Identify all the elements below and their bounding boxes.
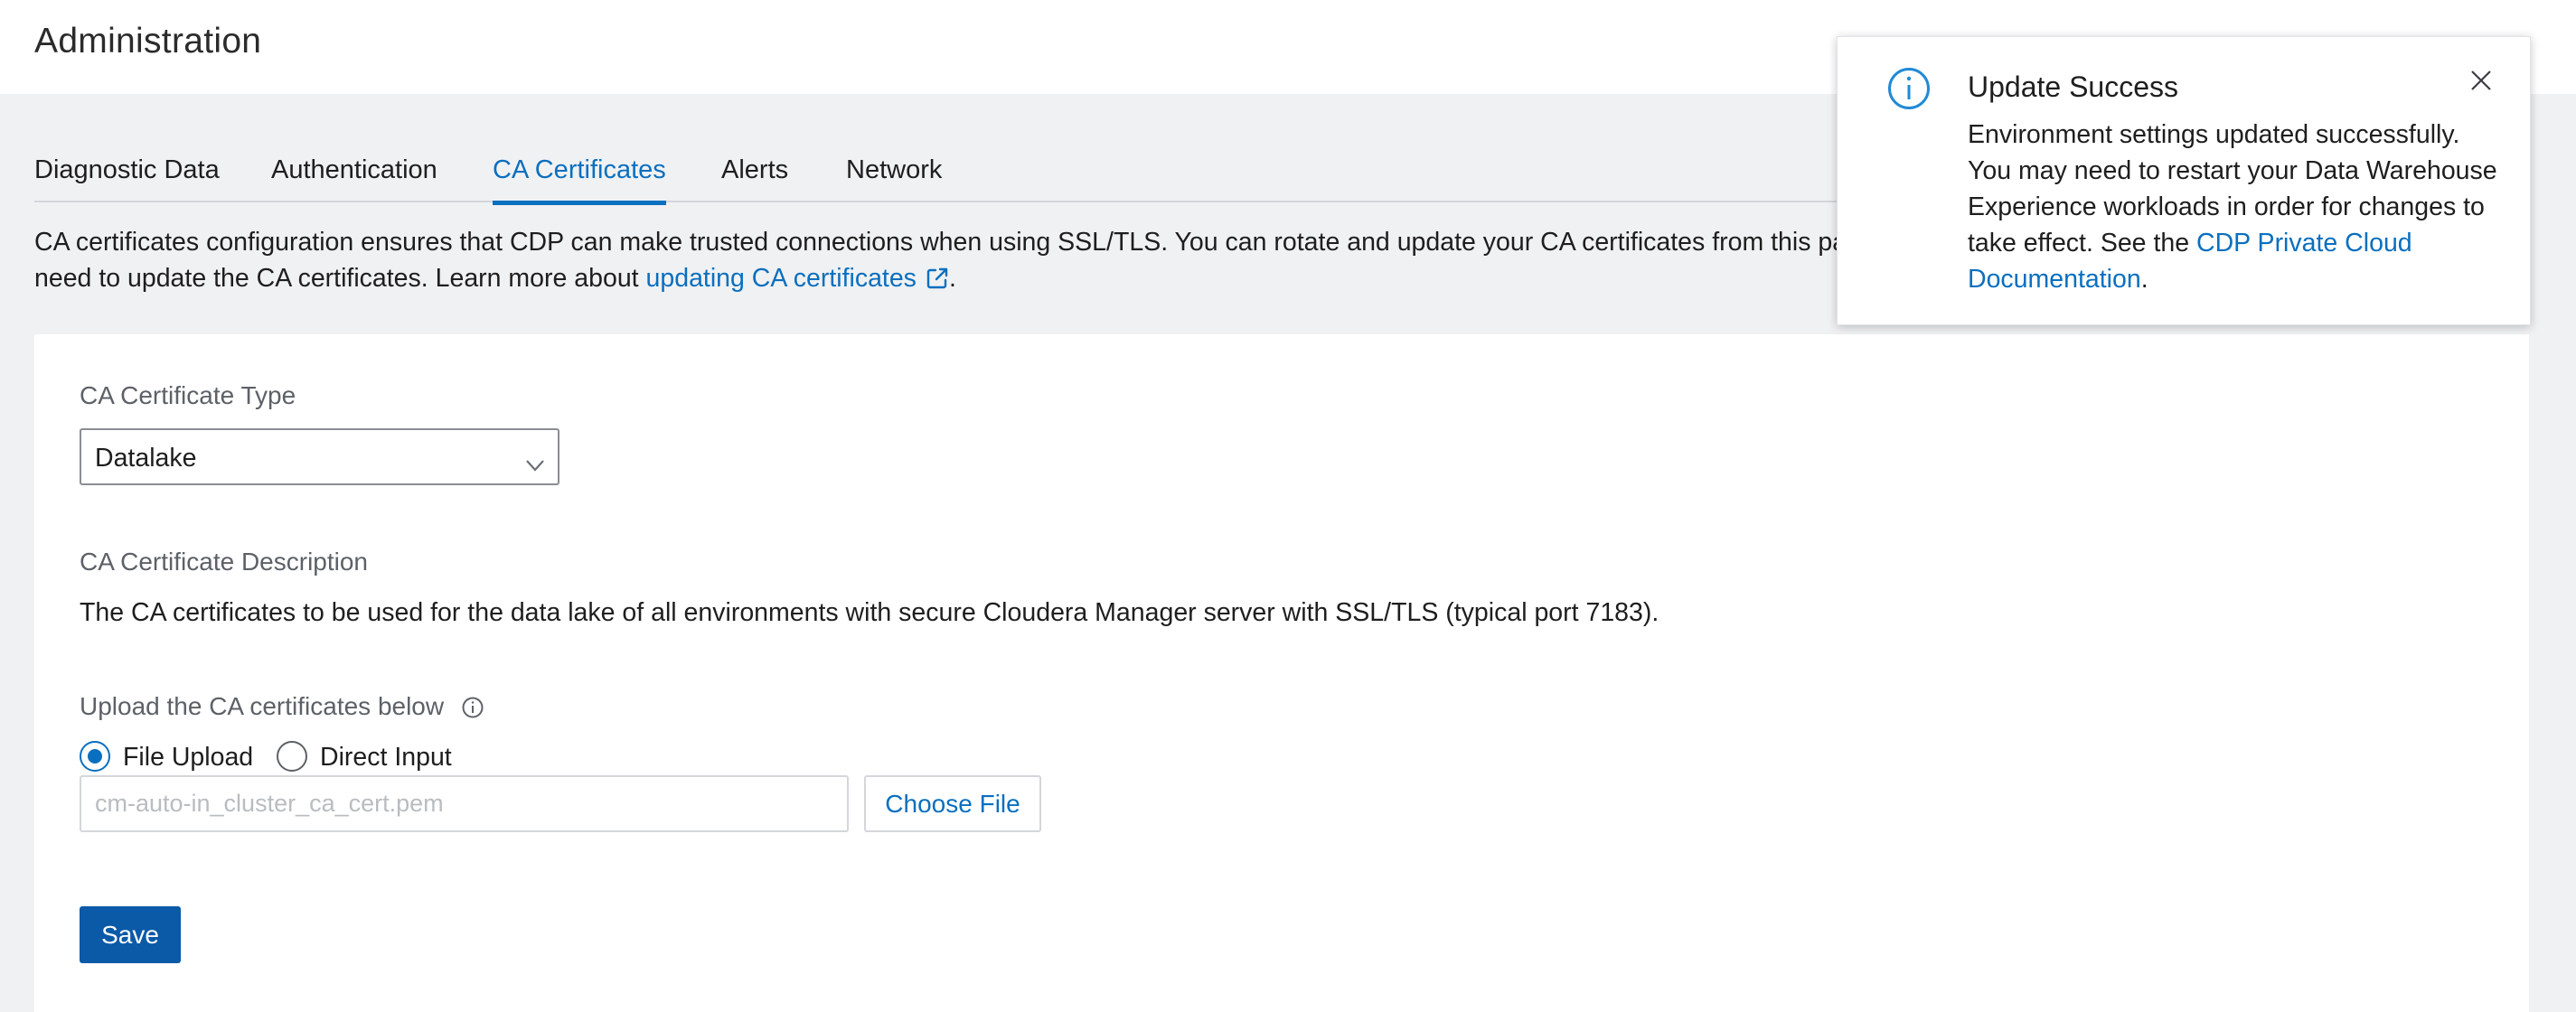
- tab-ca-certificates[interactable]: CA Certificates: [493, 152, 666, 205]
- intro-line-2-end: .: [948, 264, 956, 293]
- external-link-icon[interactable]: [926, 264, 949, 300]
- ca-certificate-type-select[interactable]: Datalake: [80, 428, 559, 485]
- ca-certificate-description-label: CA Certificate Description: [80, 548, 369, 576]
- page-title: Administration: [34, 22, 262, 61]
- update-success-toast: Update Success Environment settings upda…: [1837, 36, 2531, 325]
- file-name-input[interactable]: [80, 775, 849, 832]
- toast-title: Update Success: [1968, 70, 2179, 103]
- updating-ca-certificates-link[interactable]: updating CA certificates: [646, 264, 949, 293]
- info-icon: [1886, 66, 1932, 116]
- file-upload-radio[interactable]: [80, 741, 110, 772]
- direct-input-radio-label[interactable]: Direct Input: [320, 743, 452, 773]
- tab-authentication[interactable]: Authentication: [271, 152, 437, 202]
- close-icon[interactable]: [2470, 70, 2492, 96]
- file-upload-radio-label[interactable]: File Upload: [123, 743, 253, 773]
- settings-card: CA Certificate Type Datalake CA Certific…: [34, 334, 2529, 1012]
- intro-line-2-text: need to update the CA certificates. Lear…: [34, 264, 646, 293]
- ca-certificate-type-value: Datalake: [95, 444, 197, 473]
- page: Administration Diagnostic Data Authentic…: [0, 0, 2576, 1012]
- info-icon[interactable]: [461, 696, 484, 724]
- updating-ca-certificates-link-text[interactable]: updating CA certificates: [646, 264, 917, 293]
- ca-certificate-description: The CA certificates to be used for the d…: [80, 598, 1659, 627]
- direct-input-radio[interactable]: [277, 741, 307, 772]
- tab-diagnostic-data[interactable]: Diagnostic Data: [34, 152, 220, 202]
- tab-network[interactable]: Network: [846, 152, 942, 202]
- upload-label: Upload the CA certificates below: [80, 692, 445, 720]
- toast-message: Environment settings updated successfull…: [1968, 117, 2501, 297]
- save-button[interactable]: Save: [80, 906, 181, 963]
- ca-certificate-type-label: CA Certificate Type: [80, 381, 296, 409]
- tab-alerts[interactable]: Alerts: [721, 152, 788, 202]
- choose-file-button[interactable]: Choose File: [864, 775, 1041, 832]
- toast-message-end: .: [2140, 265, 2148, 294]
- chevron-down-icon: [525, 450, 545, 480]
